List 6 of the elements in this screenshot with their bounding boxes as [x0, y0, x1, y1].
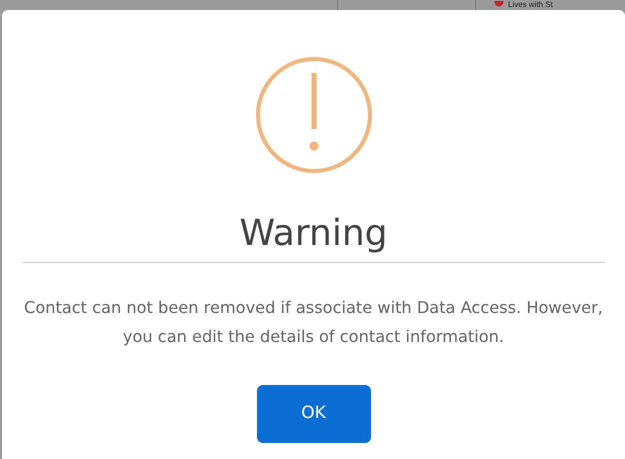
- ok-button[interactable]: OK: [256, 385, 370, 443]
- dialog-message: Contact can not been removed if associate with Data Access. However, you can edit the details of contact information.: [23, 297, 604, 348]
- status-icon: [494, 1, 504, 9]
- warning-icon: [254, 56, 372, 174]
- column-label: Lives with St: [508, 0, 553, 10]
- dialog-title: Warning: [239, 212, 388, 256]
